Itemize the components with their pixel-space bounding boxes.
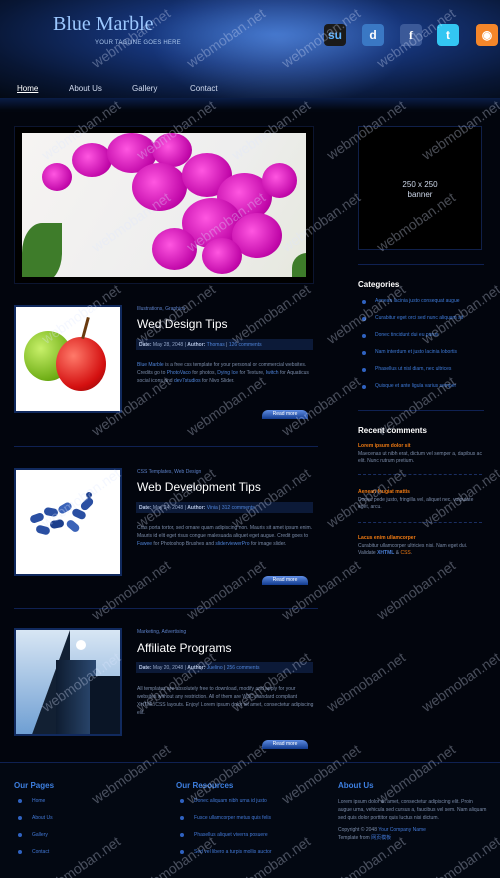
comment-separator xyxy=(358,522,482,523)
post-title[interactable]: Web Development Tips xyxy=(137,480,261,494)
post-separator xyxy=(14,446,318,447)
footer-about-heading: About Us xyxy=(338,781,374,790)
footer-link[interactable]: About Us xyxy=(14,815,54,832)
nav-divider xyxy=(0,98,500,110)
category-link[interactable]: Aenean lacinia justo consequat augue xyxy=(362,298,460,304)
comment-author[interactable]: Aenean feugiat mattis xyxy=(358,489,410,495)
post-comments-link[interactable]: 126 comments xyxy=(229,342,262,348)
post-excerpt: All templates are absolutely free to dow… xyxy=(137,686,314,716)
footer-link[interactable]: Gallery xyxy=(14,832,54,849)
post-excerpt: Blue Marble is a free css template for y… xyxy=(137,362,309,384)
sidebar-divider xyxy=(358,410,484,411)
recent-comments-heading: Recent comments xyxy=(358,426,427,435)
footer-pages-heading: Our Pages xyxy=(14,781,55,790)
post-separator xyxy=(14,608,318,609)
category-link[interactable]: Nam interdum et justo lacinia lobortis xyxy=(362,349,457,355)
company-link[interactable]: Your Company Name xyxy=(378,827,426,833)
footer-link[interactable]: Phasellus aliquet viverra posuere xyxy=(176,832,272,849)
post-author-link[interactable]: Juelino xyxy=(207,665,223,671)
footer-link[interactable]: Fusce ullamcorper metus quis felis xyxy=(176,815,272,832)
post-comments-link[interactable]: 312 comments xyxy=(222,505,255,511)
read-more-button[interactable]: Read more xyxy=(262,576,308,585)
comment-text: Curabitur ullamcorper ultricies nisi. Na… xyxy=(358,543,468,556)
category-link[interactable]: Quisque et ante ligula varius semper xyxy=(362,383,456,389)
post-thumbnail-apples[interactable] xyxy=(14,305,122,413)
categories-heading: Categories xyxy=(358,280,400,289)
delicious-icon[interactable]: d xyxy=(362,24,384,46)
nav-contact[interactable]: Contact xyxy=(190,84,218,93)
site-logo[interactable]: Blue Marble xyxy=(53,13,154,36)
blog-post: Illustrations, Graphics Wed Design Tips … xyxy=(14,303,318,423)
comment-text: Donec pede justo, fringilla vel, aliquet… xyxy=(358,497,474,510)
footer-pages: Our Pages Home About Us Gallery Contact xyxy=(14,781,54,866)
site-footer: Our Pages Home About Us Gallery Contact … xyxy=(0,762,500,878)
post-meta: Date: May 28, 2048 | Author: Thomas | 12… xyxy=(136,339,313,350)
post-author-link[interactable]: Thomas xyxy=(207,342,225,348)
blog-post: CSS Templates, Web Design Web Developmen… xyxy=(14,466,318,586)
nav-home[interactable]: Home xyxy=(17,84,38,93)
site-header: Blue Marble YOUR TAGLINE GOES HERE su d … xyxy=(0,0,500,98)
footer-resources-heading: Our Resources xyxy=(176,781,234,790)
copyright: Copyright © 2048 Your Company Name Templ… xyxy=(338,827,426,841)
category-link[interactable]: Curabitur eget orci sed nunc aliquam sit xyxy=(362,315,463,321)
image-slider[interactable] xyxy=(14,126,314,284)
read-more-button[interactable]: Read more xyxy=(262,740,308,749)
rss-icon[interactable]: ◉ xyxy=(476,24,498,46)
twitter-icon[interactable]: t xyxy=(437,24,459,46)
footer-about: About Us Lorem ipsum dolor sit amet, con… xyxy=(338,781,488,842)
footer-link[interactable]: Home xyxy=(14,798,54,815)
post-category[interactable]: Illustrations, Graphics xyxy=(137,306,185,312)
nav-about-us[interactable]: About Us xyxy=(69,84,102,93)
site-tagline: YOUR TAGLINE GOES HERE xyxy=(95,40,181,46)
post-meta: Date: May 24, 2048 | Author: Vinia | 312… xyxy=(136,502,313,513)
footer-link[interactable]: Contact xyxy=(14,849,54,866)
main-content: Illustrations, Graphics Wed Design Tips … xyxy=(0,112,500,762)
footer-link[interactable]: Sed vel libero a turpis mollis auctor xyxy=(176,849,272,866)
post-meta: Date: May 20, 2048 | Author: Juelino | 2… xyxy=(136,662,313,673)
comment-text: Maecenas ut nibh erat, dictum vel semper… xyxy=(358,451,482,464)
post-thumbnail-pills[interactable] xyxy=(14,468,122,576)
comment-author[interactable]: Lorem ipsum dolor sit xyxy=(358,443,411,449)
post-author-link[interactable]: Vinia xyxy=(207,505,218,511)
slider-image-orchid xyxy=(22,133,306,277)
blog-post: Marketing, Advertising Affiliate Program… xyxy=(14,628,318,748)
post-title[interactable]: Wed Design Tips xyxy=(137,317,228,331)
footer-resources: Our Resources Donec aliquam nibh urna id… xyxy=(176,781,272,866)
template-credit-link[interactable]: 网页模板 xyxy=(371,835,391,841)
post-category[interactable]: Marketing, Advertising xyxy=(137,629,186,635)
post-title[interactable]: Affiliate Programs xyxy=(137,641,231,655)
stumbleupon-icon[interactable]: su xyxy=(324,24,346,46)
sidebar-divider xyxy=(358,264,484,265)
category-link[interactable]: Donec tincidunt dui eu purus xyxy=(362,332,438,338)
nav-gallery[interactable]: Gallery xyxy=(132,84,157,93)
comment-author[interactable]: Lacus enim ullamcorper xyxy=(358,535,416,541)
main-nav: Home About Us Gallery Contact xyxy=(0,84,500,98)
footer-link[interactable]: Donec aliquam nibh urna id justo xyxy=(176,798,272,815)
comment-separator xyxy=(358,474,482,475)
post-category[interactable]: CSS Templates, Web Design xyxy=(137,469,201,475)
read-more-button[interactable]: Read more xyxy=(262,410,308,419)
banner-ad[interactable]: 250 x 250 banner xyxy=(358,126,482,250)
facebook-icon[interactable]: f xyxy=(400,24,422,46)
post-thumbnail-buildings[interactable] xyxy=(14,628,122,736)
footer-about-text: Lorem ipsum dolor sit amet, consectetur … xyxy=(338,799,487,821)
post-comments-link[interactable]: 256 comments xyxy=(227,665,260,671)
post-excerpt: Cras porta tortor, sed ornare quam adipi… xyxy=(137,525,313,547)
category-link[interactable]: Phasellus ut nisl diam, nec ultrices xyxy=(362,366,451,372)
